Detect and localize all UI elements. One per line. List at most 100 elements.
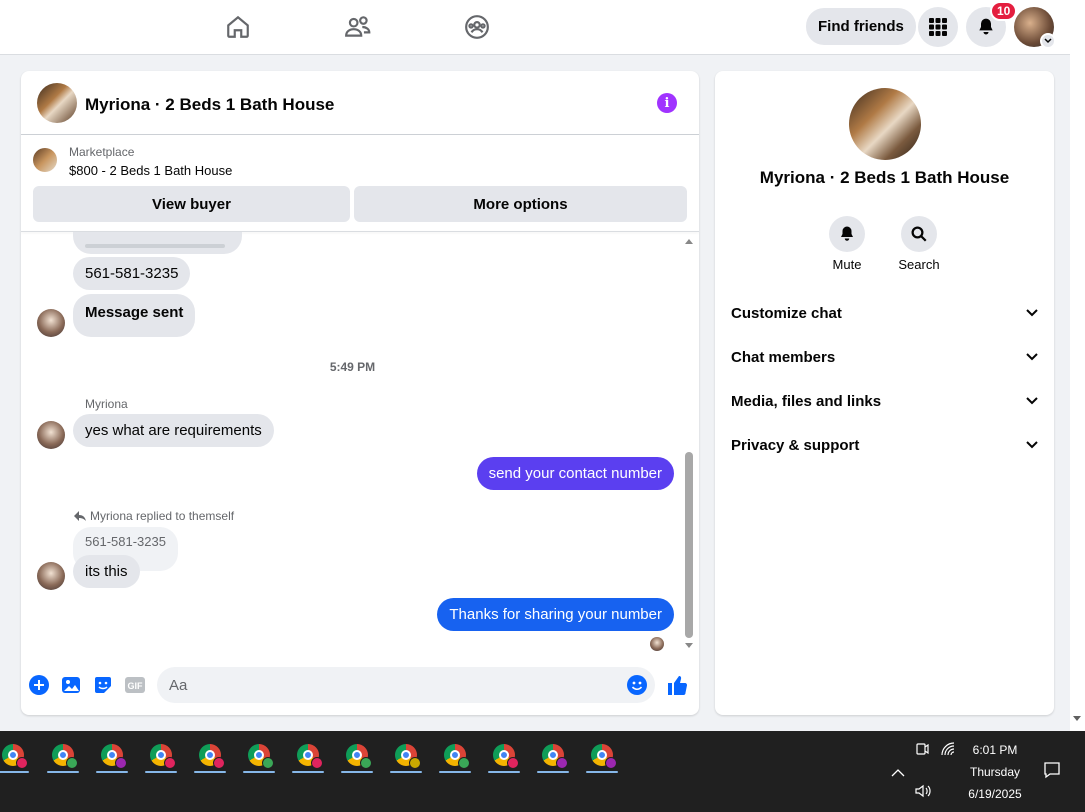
chat-title[interactable]: Myriona · 2 Beds 1 Bath House (85, 95, 334, 115)
chevron-down-icon[interactable] (1040, 33, 1056, 49)
profile-dot (311, 757, 323, 769)
taskbar-chrome-window[interactable] (485, 737, 523, 773)
details-avatar[interactable] (849, 88, 921, 160)
friends-icon[interactable] (343, 12, 373, 42)
message-scrollbar[interactable] (685, 236, 695, 651)
profile-dot (262, 757, 274, 769)
message-bubble[interactable]: 561-581-3235 (73, 257, 191, 290)
section-customize-chat[interactable]: Customize chat (715, 291, 1054, 335)
chevron-down-icon (1026, 353, 1038, 361)
running-indicator (194, 771, 226, 773)
menu-grid-button[interactable] (918, 7, 958, 47)
listing-thumbnail[interactable] (33, 148, 57, 172)
profile-dot (360, 757, 372, 769)
bell-icon (979, 18, 993, 35)
taskbar-chrome-window[interactable] (142, 737, 180, 773)
clock-day[interactable]: Thursday (962, 765, 1028, 779)
running-indicator (47, 771, 79, 773)
chevron-down-icon (1026, 397, 1038, 405)
groups-icon[interactable] (462, 12, 492, 42)
notification-center-icon[interactable] (1043, 761, 1061, 784)
sender-avatar[interactable] (37, 421, 65, 449)
taskbar-chrome-window[interactable] (534, 737, 572, 773)
plus-icon[interactable] (27, 673, 51, 697)
message-timestamp: 5:49 PM (329, 360, 376, 374)
chevron-up-icon[interactable] (891, 765, 905, 783)
section-media-files-links[interactable]: Media, files and links (715, 379, 1054, 423)
marketplace-label: Marketplace (69, 145, 135, 159)
running-indicator (96, 771, 128, 773)
details-title: Myriona · 2 Beds 1 Bath House (759, 168, 1010, 187)
message-bubble[interactable]: yes what are requirements (73, 414, 274, 447)
emoji-icon[interactable] (625, 673, 649, 697)
clock-date[interactable]: 6/19/2025 (962, 787, 1028, 801)
taskbar-chrome-window[interactable] (289, 737, 327, 773)
clock-time[interactable]: 6:01 PM (962, 743, 1028, 757)
section-label: Customize chat (731, 304, 842, 322)
running-indicator (243, 771, 275, 773)
reply-icon (74, 511, 86, 521)
mute-button[interactable] (829, 216, 865, 252)
taskbar-chrome-window[interactable] (436, 737, 474, 773)
chevron-down-icon (1026, 441, 1038, 449)
listing-title[interactable]: $800 - 2 Beds 1 Bath House (69, 163, 232, 178)
running-indicator (145, 771, 177, 773)
taskbar-chrome-window[interactable] (387, 737, 425, 773)
section-privacy-support[interactable]: Privacy & support (715, 423, 1054, 467)
message-bubble-outgoing[interactable]: send your contact number (476, 457, 674, 490)
running-indicator (341, 771, 373, 773)
page-scrollbar[interactable] (1070, 0, 1085, 731)
taskbar-chrome-window[interactable] (338, 737, 376, 773)
reply-note-text: Myriona replied to themself (90, 509, 235, 523)
profile-dot (458, 757, 470, 769)
message-bubble[interactable]: its this (73, 555, 140, 588)
seen-avatar (650, 637, 664, 651)
info-icon[interactable]: i (657, 93, 677, 113)
sticker-icon[interactable] (91, 673, 115, 697)
section-chat-members[interactable]: Chat members (715, 335, 1054, 379)
message-bubble-outgoing[interactable]: Thanks for sharing your number (437, 598, 674, 631)
notification-badge: 10 (990, 1, 1018, 21)
chevron-down-icon (1026, 309, 1038, 317)
home-icon[interactable] (223, 12, 253, 42)
search-button[interactable] (901, 216, 937, 252)
find-friends-button[interactable]: Find friends (806, 8, 916, 45)
gif-icon[interactable]: GIF (123, 673, 147, 697)
running-indicator (439, 771, 471, 773)
chat-header: Myriona · 2 Beds 1 Bath House i (21, 71, 699, 135)
taskbar-chrome-window[interactable] (191, 737, 229, 773)
chat-details-panel: Myriona · 2 Beds 1 Bath House Mute Searc… (715, 71, 1054, 715)
volume-icon[interactable] (914, 783, 932, 804)
message-bubble[interactable]: Message sent (73, 294, 196, 337)
like-icon[interactable] (665, 673, 689, 697)
profile-dot (115, 757, 127, 769)
search-label: Search (898, 257, 940, 272)
sender-avatar[interactable] (37, 562, 65, 590)
taskbar-chrome-window[interactable] (44, 737, 82, 773)
grid-icon (929, 18, 947, 36)
message-input[interactable] (157, 667, 655, 703)
wifi-icon[interactable] (940, 741, 956, 762)
taskbar-chrome-window[interactable] (0, 737, 32, 773)
scrollbar-thumb[interactable] (685, 452, 693, 638)
photo-icon[interactable] (59, 673, 83, 697)
mute-label: Mute (832, 257, 862, 272)
taskbar-chrome-window[interactable] (583, 737, 621, 773)
section-label: Privacy & support (731, 436, 860, 454)
running-indicator (586, 771, 618, 773)
taskbar-chrome-window[interactable] (240, 737, 278, 773)
view-buyer-button[interactable]: View buyer (33, 186, 350, 222)
sender-avatar[interactable] (37, 309, 65, 337)
profile-dot (409, 757, 421, 769)
chat-avatar[interactable] (37, 83, 77, 123)
running-indicator (390, 771, 422, 773)
section-label: Chat members (731, 348, 836, 366)
profile-dot (66, 757, 78, 769)
message-list[interactable]: 561-581-3235 Message sent 5:49 PM Myrion… (21, 232, 699, 657)
running-indicator (537, 771, 569, 773)
taskbar-chrome-window[interactable] (93, 737, 131, 773)
section-label: Media, files and links (731, 392, 882, 410)
running-indicator (488, 771, 520, 773)
more-options-button[interactable]: More options (354, 186, 687, 222)
meet-now-icon[interactable] (914, 741, 930, 762)
